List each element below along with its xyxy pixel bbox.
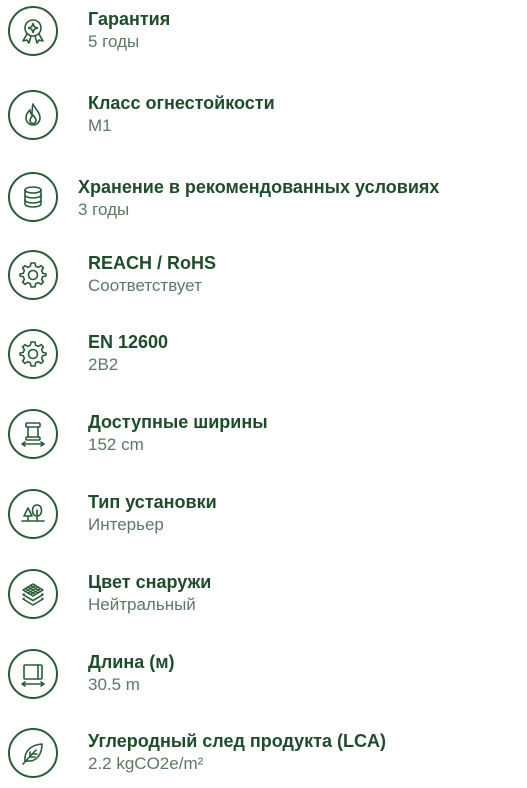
spec-row-available-widths: Доступные ширины 152 cm [0,405,527,469]
spec-title: EN 12600 [88,332,169,352]
spec-row-reach-rohs: REACH / RoHS Соответствует [0,246,527,310]
layers-icon [8,569,58,619]
spec-value: 5 годы [88,32,140,51]
database-icon [8,172,58,222]
spec-row-carbon-footprint: Углеродный след продукта (LCA) 2.2 kgCO2… [0,724,527,788]
spec-value: Нейтральный [88,595,196,614]
warranty-badge-icon [8,6,58,56]
spec-title: Углеродный след продукта (LCA) [88,731,387,751]
spec-text: Тип установки Интерьер [88,491,217,536]
spec-title: REACH / RoHS [88,253,217,273]
spec-row-storage: Хранение в рекомендованных условиях 3 го… [0,166,527,230]
spec-value: 2B2 [88,355,119,374]
spec-row-installation-type: Тип установки Интерьер [0,485,527,549]
spec-title: Цвет снаружи [88,572,212,592]
spec-title: Хранение в рекомендованных условиях [78,177,440,197]
flame-icon [8,90,58,140]
spec-text: Хранение в рекомендованных условиях 3 го… [78,176,439,221]
spec-row-exterior-color: Цвет снаружи Нейтральный [0,565,527,629]
spec-value: 152 cm [88,435,144,454]
gear-icon [8,329,58,379]
spec-text: Класс огнестойкости M1 [88,92,275,137]
leaf-icon [8,728,58,778]
spec-text: Углеродный след продукта (LCA) 2.2 kgCO2… [88,730,386,775]
spec-title: Доступные ширины [88,412,268,432]
spec-row-length: Длина (м) 30.5 m [0,645,527,709]
spec-title: Гарантия [88,9,171,29]
spec-value: 2.2 kgCO2e/m² [88,754,204,773]
spec-value: 30.5 m [88,675,140,694]
spec-text: Доступные ширины 152 cm [88,411,268,456]
spec-text: REACH / RoHS Соответствует [88,252,216,297]
spec-row-fire-class: Класс огнестойкости M1 [0,86,527,150]
spec-text: Длина (м) 30.5 m [88,651,175,696]
spec-value: 3 годы [78,200,130,219]
spec-text: Цвет снаружи Нейтральный [88,571,211,616]
spec-text: EN 12600 2B2 [88,331,168,376]
spec-title: Длина (м) [88,652,175,672]
spec-title: Тип установки [88,492,217,512]
spec-value: M1 [88,116,112,135]
spec-row-en-12600: EN 12600 2B2 [0,325,527,389]
gear-icon [8,250,58,300]
spec-title: Класс огнестойкости [88,93,275,113]
spec-value: Интерьер [88,515,164,534]
roll-width-icon [8,409,58,459]
spec-row-warranty: Гарантия 5 годы [0,4,527,68]
spec-text: Гарантия 5 годы [88,8,170,53]
spec-value: Соответствует [88,276,202,295]
roll-length-icon [8,649,58,699]
tree-icon [8,489,58,539]
